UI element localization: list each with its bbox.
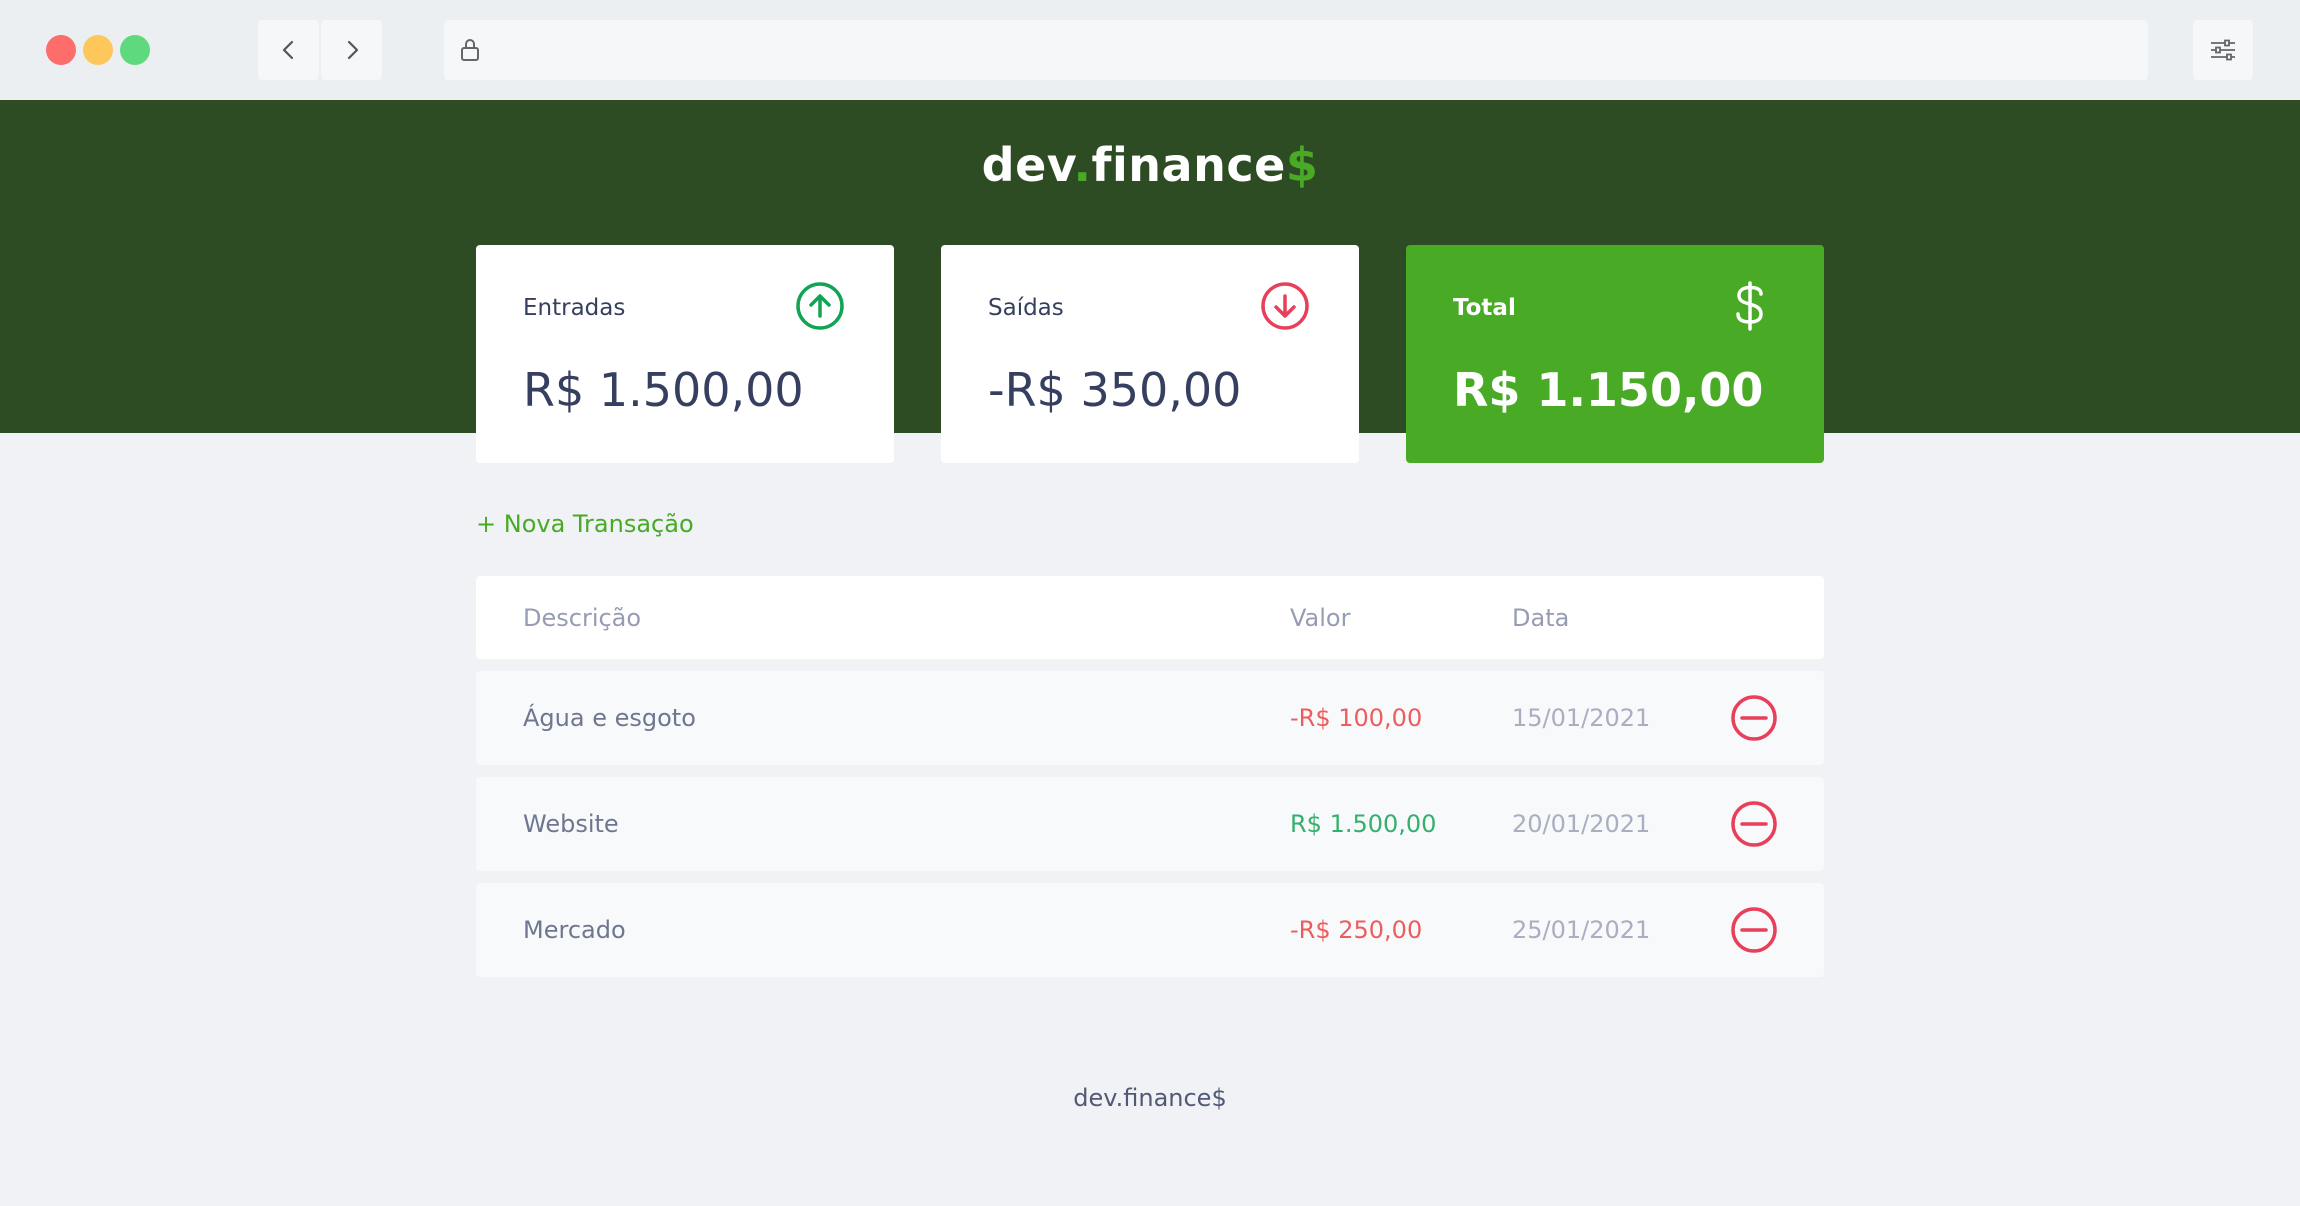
total-value: R$ 1.150,00 <box>1453 363 1764 417</box>
transaction-date: 20/01/2021 <box>1512 810 1651 838</box>
logo-dot: . <box>1073 138 1092 192</box>
dollar-icon <box>1736 281 1763 331</box>
transaction-date: 25/01/2021 <box>1512 916 1651 944</box>
chevron-left-icon <box>282 40 293 60</box>
transaction-amount: R$ 1.500,00 <box>1290 810 1437 838</box>
remove-transaction-icon[interactable] <box>1730 906 1778 954</box>
arrow-down-circle-icon <box>1261 282 1309 330</box>
income-label: Entradas <box>523 295 626 321</box>
footer: dev.finance$ <box>1073 1084 1227 1112</box>
navigation-buttons <box>258 20 382 80</box>
expense-label: Saídas <box>988 295 1064 321</box>
transactions-table: Descrição Valor Data Água e esgoto -R$ 1… <box>476 576 1824 989</box>
table-row: Mercado -R$ 250,00 25/01/2021 <box>476 883 1824 977</box>
transaction-description: Água e esgoto <box>523 704 696 732</box>
transaction-amount: -R$ 100,00 <box>1290 704 1423 732</box>
column-header-description: Descrição <box>523 603 642 632</box>
back-button[interactable] <box>258 20 319 80</box>
income-card: Entradas R$ 1.500,00 <box>476 245 894 463</box>
table-row: Website R$ 1.500,00 20/01/2021 <box>476 777 1824 871</box>
new-transaction-button[interactable]: + Nova Transação <box>476 510 694 538</box>
total-card: Total R$ 1.150,00 <box>1406 245 1824 463</box>
balance-cards: Entradas R$ 1.500,00 Saídas -R$ 350,00 T… <box>476 245 1824 463</box>
expense-value: -R$ 350,00 <box>988 363 1242 417</box>
transaction-date: 15/01/2021 <box>1512 704 1651 732</box>
page: dev.finance$ Entradas R$ 1.500,00 Saídas… <box>0 100 2300 1206</box>
income-value: R$ 1.500,00 <box>523 363 804 417</box>
minimize-window-button[interactable] <box>83 35 113 65</box>
expense-card: Saídas -R$ 350,00 <box>941 245 1359 463</box>
table-row: Água e esgoto -R$ 100,00 15/01/2021 <box>476 671 1824 765</box>
total-label: Total <box>1453 295 1516 321</box>
window-controls <box>46 35 150 65</box>
lock-icon <box>461 39 479 61</box>
table-header: Descrição Valor Data <box>476 576 1824 659</box>
logo-dollar-sign: $ <box>1285 138 1319 192</box>
close-window-button[interactable] <box>46 35 76 65</box>
transaction-description: Mercado <box>523 916 626 944</box>
maximize-window-button[interactable] <box>120 35 150 65</box>
app-logo: dev.finance$ <box>0 138 2300 192</box>
column-header-date: Data <box>1512 603 1570 632</box>
settings-button[interactable] <box>2193 20 2253 80</box>
transaction-amount: -R$ 250,00 <box>1290 916 1423 944</box>
logo-text: dev <box>981 138 1074 192</box>
browser-chrome <box>0 0 2300 100</box>
arrow-up-circle-icon <box>796 282 844 330</box>
remove-transaction-icon[interactable] <box>1730 800 1778 848</box>
chevron-right-icon <box>347 40 358 60</box>
column-header-amount: Valor <box>1290 603 1351 632</box>
sliders-icon <box>2211 39 2235 61</box>
transaction-description: Website <box>523 810 619 838</box>
logo-text-rest: finance <box>1091 138 1286 192</box>
forward-button[interactable] <box>321 20 382 80</box>
address-bar[interactable] <box>444 20 2148 80</box>
remove-transaction-icon[interactable] <box>1730 694 1778 742</box>
